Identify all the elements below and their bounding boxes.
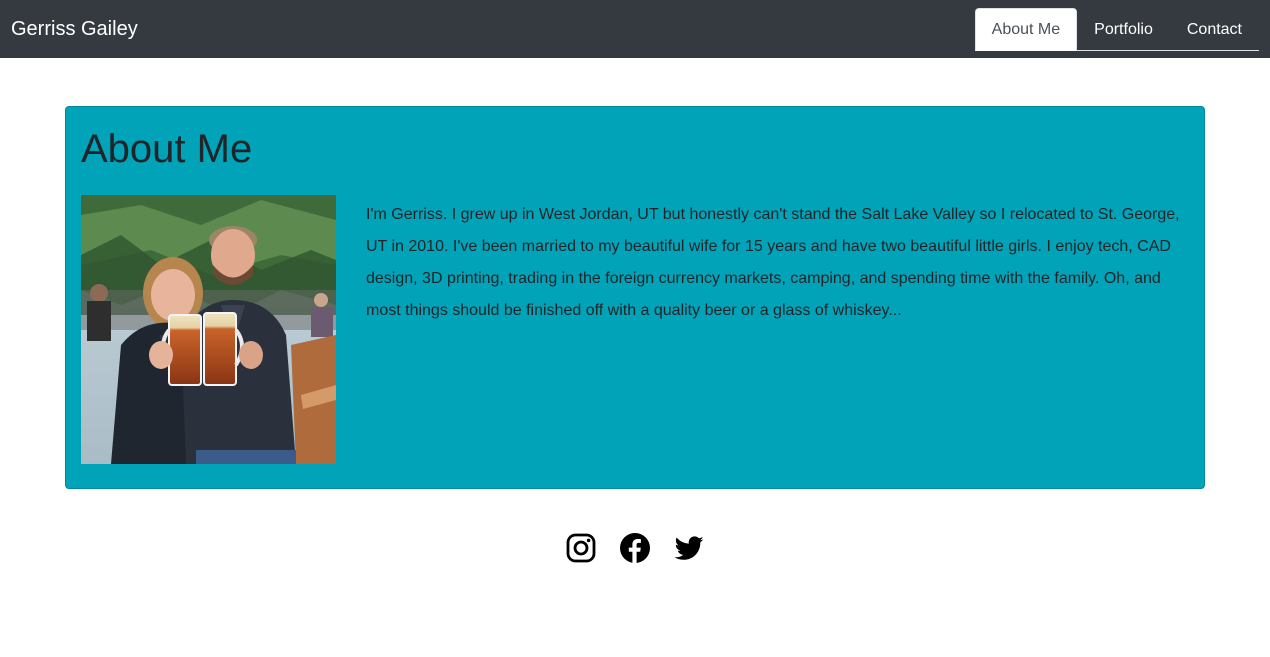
about-card: About Me I'm Gerriss. I grew up in West …: [65, 106, 1205, 489]
bio-text: I'm Gerriss. I grew up in West Jordan, U…: [366, 206, 1180, 319]
instagram-icon[interactable]: [566, 533, 596, 563]
brand-name[interactable]: Gerriss Gailey: [11, 17, 138, 41]
page-title: About Me: [81, 127, 253, 171]
nav-tab-contact[interactable]: Contact: [1170, 8, 1259, 51]
social-links: [0, 533, 1270, 563]
twitter-icon[interactable]: [674, 533, 704, 563]
facebook-icon[interactable]: [620, 533, 650, 563]
nav-tab-about-me[interactable]: About Me: [974, 8, 1078, 51]
nav-tabs: About Me Portfolio Contact: [974, 8, 1259, 51]
nav-tab-portfolio[interactable]: Portfolio: [1077, 8, 1170, 51]
navbar: Gerriss Gailey About Me Portfolio Contac…: [0, 0, 1270, 58]
profile-photo: [81, 195, 336, 464]
